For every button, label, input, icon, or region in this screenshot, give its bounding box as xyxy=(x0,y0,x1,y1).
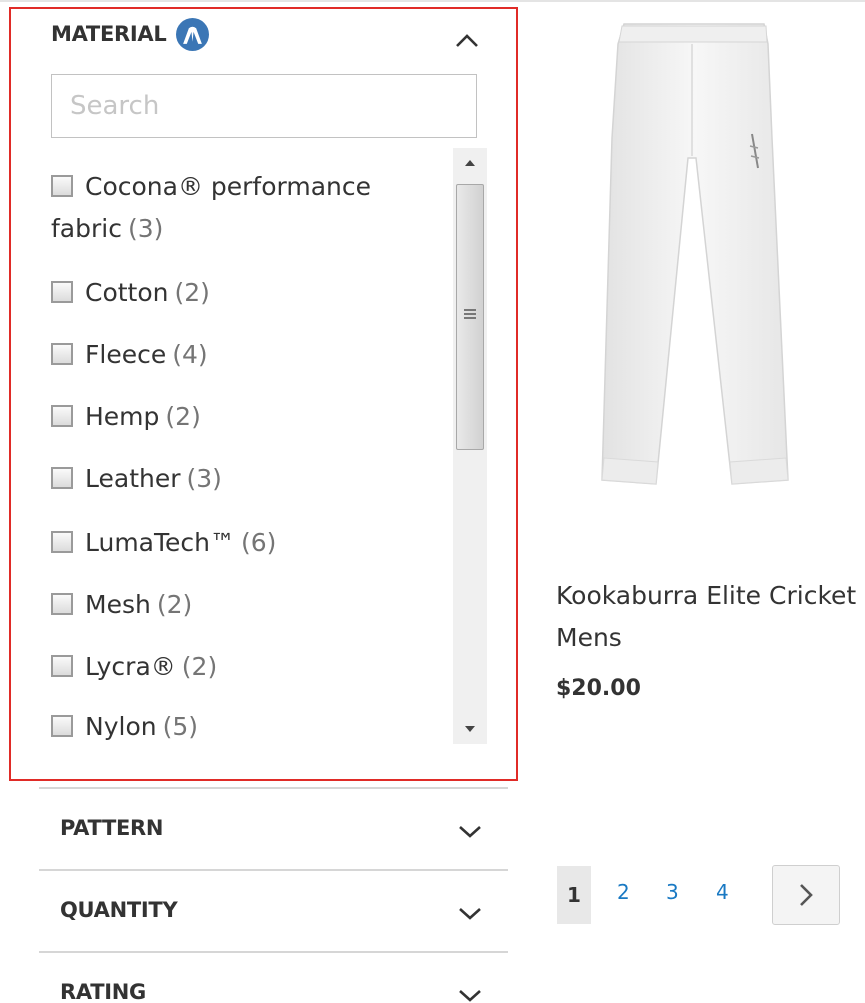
product-name-line: Kookaburra Elite Cricket xyxy=(556,581,857,610)
material-option-checkbox[interactable] xyxy=(51,404,73,427)
product-name-link[interactable]: Kookaburra Elite Cricket Mens xyxy=(556,575,865,659)
brand-logo-icon xyxy=(176,18,210,51)
material-option-nylon[interactable]: Nylon (5) xyxy=(51,706,451,742)
material-option-count: (6) xyxy=(241,528,277,557)
filter-divider xyxy=(39,951,508,953)
chevron-right-icon xyxy=(800,884,813,906)
material-option-count: (2) xyxy=(174,278,210,307)
material-option-count: (4) xyxy=(172,340,208,369)
pagination-current-page: 1 xyxy=(557,866,591,924)
chevron-up-icon[interactable] xyxy=(449,30,485,50)
material-filter-title[interactable]: MATERIAL xyxy=(51,18,210,51)
material-option-leather[interactable]: Leather (3) xyxy=(51,458,451,500)
material-option-label: Leather xyxy=(85,464,181,493)
grip-icon xyxy=(464,309,476,321)
material-option-count: (2) xyxy=(165,402,201,431)
rating-filter-title[interactable]: RATING xyxy=(60,980,146,1003)
material-option-checkbox[interactable] xyxy=(51,592,73,615)
material-option-count: (3) xyxy=(127,214,164,243)
material-option-lycra[interactable]: Lycra® (2) xyxy=(51,646,451,688)
material-option-count: (2) xyxy=(181,652,218,681)
material-option-label-continued: fabric xyxy=(51,214,122,243)
material-option-checkbox[interactable] xyxy=(51,466,73,489)
material-filter-label: MATERIAL xyxy=(51,22,167,46)
material-option-checkbox[interactable] xyxy=(51,342,73,365)
pagination-next-button[interactable] xyxy=(772,865,840,925)
material-option-count: (3) xyxy=(186,464,222,493)
filter-divider xyxy=(39,869,508,871)
material-option-label: Nylon xyxy=(85,712,157,741)
material-options-scrollbar[interactable] xyxy=(453,148,487,744)
pagination-page-link[interactable]: 4 xyxy=(716,880,729,904)
material-option-label: Hemp xyxy=(85,402,160,431)
chevron-down-icon[interactable] xyxy=(455,904,485,922)
material-search-input[interactable] xyxy=(51,74,477,138)
pattern-filter-title[interactable]: PATTERN xyxy=(60,816,164,840)
material-options-list: Cocona® performance fabric (3) Cotton (2) … xyxy=(51,162,451,742)
material-option-label: Cocona® performance xyxy=(85,172,372,201)
material-option-fleece[interactable]: Fleece (4) xyxy=(51,334,451,376)
material-option-cocona[interactable]: Cocona® performance fabric (3) xyxy=(51,166,451,250)
scroll-down-arrow-icon[interactable] xyxy=(453,714,487,744)
pagination-page-link[interactable]: 2 xyxy=(617,880,630,904)
material-option-checkbox[interactable] xyxy=(51,174,73,197)
chevron-down-icon[interactable] xyxy=(455,986,485,1003)
material-option-checkbox[interactable] xyxy=(51,714,73,737)
material-option-label: Fleece xyxy=(85,340,167,369)
white-cricket-pants-image[interactable] xyxy=(572,18,812,488)
scroll-up-arrow-icon[interactable] xyxy=(453,148,487,178)
filter-divider xyxy=(39,787,508,789)
material-option-count: (2) xyxy=(156,590,193,619)
material-option-label: Lycra® xyxy=(85,652,176,681)
material-option-mesh[interactable]: Mesh (2) xyxy=(51,584,451,626)
material-option-checkbox[interactable] xyxy=(51,654,73,677)
product-name-line: Mens xyxy=(556,623,622,652)
material-option-cotton[interactable]: Cotton (2) xyxy=(51,272,451,314)
top-divider xyxy=(0,0,865,2)
scrollbar-thumb[interactable] xyxy=(456,184,484,450)
material-option-hemp[interactable]: Hemp (2) xyxy=(51,396,451,438)
material-option-label: LumaTech™ xyxy=(85,528,235,557)
pagination-page-link[interactable]: 3 xyxy=(666,880,679,904)
material-option-checkbox[interactable] xyxy=(51,530,73,553)
product-price: $20.00 xyxy=(556,676,641,701)
material-option-count: (5) xyxy=(162,712,199,741)
material-option-label: Mesh xyxy=(85,590,151,619)
material-option-lumatech[interactable]: LumaTech™ (6) xyxy=(51,522,451,564)
material-option-checkbox[interactable] xyxy=(51,280,73,303)
chevron-down-icon[interactable] xyxy=(455,822,485,840)
quantity-filter-title[interactable]: QUANTITY xyxy=(60,898,178,922)
material-option-label: Cotton xyxy=(85,278,169,307)
